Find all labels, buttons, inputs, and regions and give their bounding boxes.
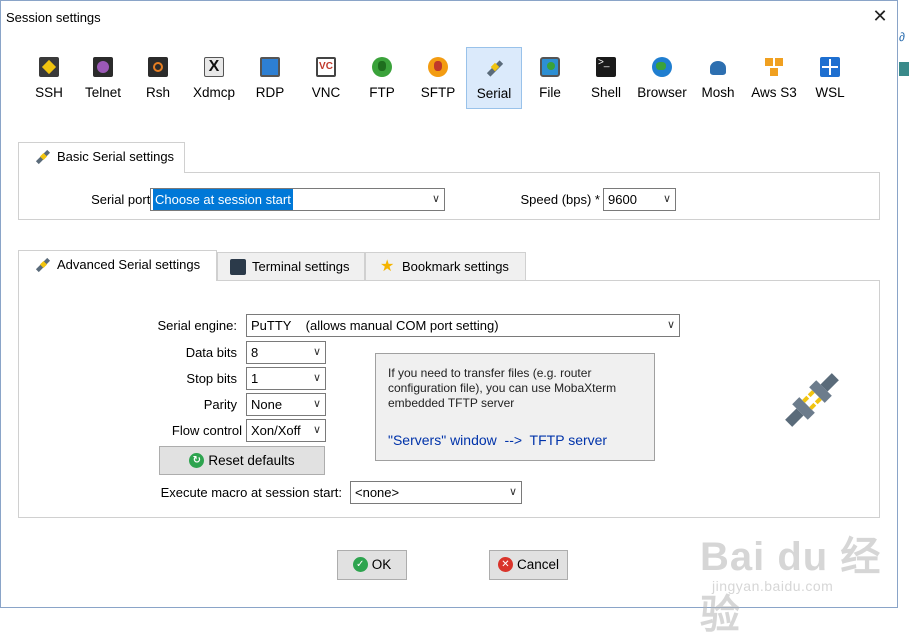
serial-plug-illustration-icon: [785, 373, 839, 427]
file-icon: [540, 57, 560, 77]
protocol-wsl[interactable]: WSL: [802, 47, 858, 109]
parity-label: Parity: [203, 397, 237, 412]
protocol-aws-s3[interactable]: Aws S3: [746, 47, 802, 109]
close-button[interactable]: ✕: [869, 6, 891, 28]
protocol-ftp[interactable]: FTP: [354, 47, 410, 109]
protocol-xdmcp[interactable]: X Xdmcp: [186, 47, 242, 109]
protocol-serial[interactable]: Serial: [466, 47, 522, 109]
data-bits-label: Data bits: [185, 345, 237, 360]
flow-control-select[interactable]: Xon/Xoff ∨: [246, 419, 326, 442]
session-settings-window: Session settings ✕ SSH Telnet Rsh X Xdmc…: [0, 0, 898, 608]
rsh-icon: [148, 57, 168, 77]
protocol-browser[interactable]: Browser: [634, 47, 690, 109]
window-title: Session settings: [6, 10, 101, 25]
ok-button[interactable]: ✓ OK: [337, 550, 407, 580]
side-tool-icon: [899, 62, 909, 76]
serial-port-select[interactable]: Choose at session start ∨: [150, 188, 445, 211]
chevron-down-icon: ∨: [431, 193, 440, 205]
chevron-down-icon: ∨: [508, 486, 517, 498]
parity-select[interactable]: None ∨: [246, 393, 326, 416]
aws-s3-icon: [764, 57, 784, 77]
chevron-down-icon: ∨: [312, 372, 321, 384]
speed-select[interactable]: 9600 ∨: [603, 188, 676, 211]
serial-plug-icon: [35, 149, 51, 165]
tftp-server-link[interactable]: "Servers" window --> TFTP server: [388, 432, 607, 448]
browser-icon: [652, 57, 672, 77]
protocol-rsh[interactable]: Rsh: [130, 47, 186, 109]
chevron-down-icon: ∨: [666, 319, 675, 331]
protocol-vnc[interactable]: VC VNC: [298, 47, 354, 109]
tftp-info-text: If you need to transfer files (e.g. rout…: [388, 366, 617, 410]
protocol-rdp[interactable]: RDP: [242, 47, 298, 109]
serial-plug-icon: [35, 257, 51, 273]
tab-bookmark-settings[interactable]: ★ Bookmark settings: [365, 252, 526, 281]
terminal-icon: [230, 258, 246, 275]
ssh-icon: [39, 57, 59, 77]
baidu-watermark: Bai du 经验 jingyan.baidu.com: [700, 520, 900, 637]
check-icon: ✓: [352, 556, 368, 572]
reset-defaults-button[interactable]: ↻ Reset defaults: [159, 446, 325, 475]
wsl-icon: [820, 57, 840, 77]
sftp-icon: [428, 57, 448, 77]
cancel-button[interactable]: ✕ Cancel: [489, 550, 568, 580]
speed-label: Speed (bps) *: [520, 192, 601, 207]
serial-engine-select[interactable]: PuTTY (allows manual COM port setting) ∨: [246, 314, 680, 337]
ftp-icon: [372, 57, 392, 77]
chevron-down-icon: ∨: [312, 424, 321, 436]
macro-select[interactable]: <none> ∨: [350, 481, 522, 504]
tab-terminal-settings[interactable]: Terminal settings: [217, 252, 365, 281]
tab-basic-serial-settings[interactable]: Basic Serial settings: [18, 142, 186, 173]
rdp-icon: [260, 57, 280, 77]
protocol-telnet[interactable]: Telnet: [75, 47, 131, 109]
serial-port-label: Serial port *: [91, 192, 159, 207]
protocol-sftp[interactable]: SFTP: [410, 47, 466, 109]
star-icon: ★: [380, 257, 395, 275]
reset-icon: ↻: [189, 452, 205, 468]
serial-icon: [484, 58, 504, 78]
tftp-info-box: If you need to transfer files (e.g. rout…: [375, 353, 655, 461]
stop-bits-select[interactable]: 1 ∨: [246, 367, 326, 390]
basic-settings-panel: Serial port * Choose at session start ∨ …: [18, 172, 880, 220]
xdmcp-icon: X: [204, 57, 224, 77]
serial-engine-label: Serial engine:: [157, 318, 238, 333]
chevron-down-icon: ∨: [662, 193, 671, 205]
protocol-file[interactable]: File: [522, 47, 578, 109]
macro-label: Execute macro at session start:: [160, 485, 342, 500]
protocol-mosh[interactable]: Mosh: [690, 47, 746, 109]
telnet-icon: [93, 57, 113, 77]
protocol-shell[interactable]: >_ Shell: [578, 47, 634, 109]
mosh-icon: [708, 57, 728, 77]
flow-control-label: Flow control: [171, 423, 242, 438]
stop-bits-label: Stop bits: [186, 371, 237, 386]
shell-icon: >_: [596, 57, 616, 77]
paperclip-icon: ∂: [899, 30, 905, 44]
title-bar: Session settings ✕: [1, 1, 897, 33]
vnc-icon: VC: [316, 57, 336, 77]
chevron-down-icon: ∨: [312, 346, 321, 358]
data-bits-select[interactable]: 8 ∨: [246, 341, 326, 364]
chevron-down-icon: ∨: [312, 398, 321, 410]
cancel-icon: ✕: [497, 556, 513, 572]
tab-advanced-serial-settings[interactable]: Advanced Serial settings: [18, 250, 217, 281]
baidu-watermark-url: jingyan.baidu.com: [712, 578, 834, 594]
close-icon: ✕: [872, 6, 888, 26]
